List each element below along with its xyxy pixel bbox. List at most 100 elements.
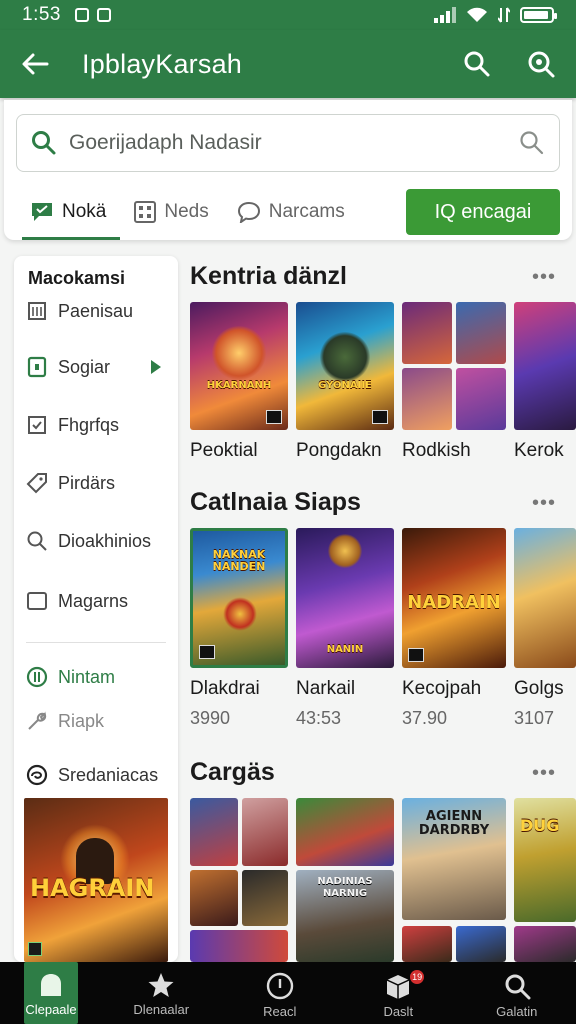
rating-badge-icon	[199, 645, 215, 659]
game-art	[242, 798, 288, 866]
search-icon	[26, 530, 48, 552]
drawer-item-label: Riapk	[58, 710, 105, 731]
game-card[interactable]: GYONAIIE	[296, 302, 394, 430]
game-art	[190, 798, 238, 866]
game-art-title: DUG	[520, 816, 560, 835]
game-art-title: NADRAIN	[407, 592, 501, 613]
drawer-divider	[26, 642, 166, 643]
swirl-icon	[26, 764, 48, 786]
tablet-icon	[26, 356, 48, 378]
comment-icon	[237, 201, 260, 223]
game-title: Dlakdrai	[190, 678, 260, 699]
game-card[interactable]	[402, 302, 506, 430]
nav-label: Clepaale	[25, 1002, 77, 1017]
data-icon	[498, 7, 510, 23]
drawer-item-label: Fhgrfqs	[58, 414, 120, 435]
game-art-title: NAKNAK NANDEN	[212, 548, 266, 573]
drawer-item-nintam[interactable]: Nintam	[26, 662, 176, 692]
section-title: Cargäs	[190, 758, 275, 786]
category-drawer: Macokamsi Paenisau Sogiar Fhgrfqs Pirdär…	[14, 256, 178, 962]
drawer-item-magarns[interactable]: Magarns	[26, 586, 176, 616]
game-price: 3990	[190, 708, 231, 728]
grid-icon	[134, 201, 157, 223]
game-art	[190, 870, 238, 926]
game-title: Peoktial	[190, 440, 258, 461]
search-icon	[32, 131, 56, 155]
status-bar: 1:53	[0, 0, 576, 30]
drawer-item-riapk[interactable]: Riapk	[26, 706, 176, 736]
search-input[interactable]: Goerijadaph Nadasir	[16, 114, 560, 172]
drawer-item-paenisau[interactable]: Paenisau	[26, 296, 176, 326]
game-card[interactable]: NADRAIN	[402, 528, 506, 668]
rating-badge-icon	[408, 648, 424, 662]
drawer-item-label: Nintam	[58, 666, 116, 687]
promo-banner[interactable]: HAGRAIN	[24, 798, 168, 962]
tab-label: Neds	[164, 201, 209, 222]
more-options-icon[interactable]: •••	[532, 492, 556, 515]
game-title: Pongdakn	[296, 440, 382, 461]
nav-discover[interactable]: Reacl	[221, 962, 340, 1024]
cta-button[interactable]: IQ encagai	[406, 189, 560, 235]
game-card[interactable]: NADINIAS NARNIG	[296, 798, 394, 962]
game-art-title: GYONAIIE	[318, 380, 372, 391]
tab-noka[interactable]: Nokä	[16, 184, 121, 240]
play-arrow-icon	[151, 360, 161, 374]
drawer-item-label: Sogiar	[58, 356, 111, 377]
game-price: 37.90	[402, 708, 448, 728]
search-icon[interactable]	[519, 130, 545, 156]
game-card[interactable]: HKARNANH	[190, 302, 288, 430]
game-art-detail	[320, 332, 370, 382]
nav-label: Dlenaalar	[133, 1002, 190, 1017]
game-card[interactable]: NANIN	[296, 528, 394, 668]
search-filter-icon[interactable]	[524, 47, 558, 81]
tab-neds[interactable]: Neds	[120, 184, 222, 240]
nav-library[interactable]: 19 Daslt	[339, 962, 458, 1024]
circle-badge-icon	[26, 666, 48, 688]
nav-label: Daslt	[383, 1004, 414, 1019]
more-options-icon[interactable]: •••	[532, 762, 556, 785]
search-icon[interactable]	[460, 47, 494, 81]
compass-icon	[266, 972, 293, 1000]
back-arrow-icon[interactable]	[18, 47, 52, 81]
game-title: Golgs	[514, 678, 564, 699]
drawer-item-sogiar[interactable]: Sogiar	[26, 352, 176, 382]
more-options-icon[interactable]: •••	[532, 266, 556, 289]
drawer-item-pirdars[interactable]: Pirdärs	[26, 468, 176, 498]
nav-search[interactable]: Galatin	[458, 962, 576, 1024]
game-card[interactable]	[514, 528, 576, 668]
game-price: 3107	[514, 708, 555, 728]
game-card[interactable]: NAKNAK NANDEN	[190, 528, 288, 668]
game-art-title: AGIENN DARDRBY	[418, 809, 490, 838]
promo-title: HAGRAIN	[30, 874, 155, 902]
game-title: Kecojpah	[402, 678, 482, 699]
drawer-item-label: Sredaniacas	[58, 764, 159, 785]
drawer-item-label: Magarns	[58, 590, 129, 611]
game-art-title: NADINIAS NARNIG	[317, 876, 373, 899]
wrench-icon	[26, 710, 48, 732]
game-card[interactable]	[190, 798, 288, 962]
notification-icon	[96, 8, 111, 22]
game-card[interactable]	[514, 302, 576, 430]
game-art	[456, 368, 506, 430]
game-art	[402, 302, 452, 364]
tab-bar: Nokä Neds Narcams IQ encagai	[16, 184, 560, 240]
game-art	[514, 302, 576, 430]
tab-narcams[interactable]: Narcams	[223, 184, 359, 240]
game-art-detail	[223, 597, 257, 631]
nav-favorites[interactable]: Dlenaalar	[102, 962, 221, 1024]
check-box-icon	[26, 414, 48, 436]
game-card[interactable]: AGIENN DARDRBY	[402, 798, 506, 962]
app-title: IpblayKarsah	[82, 48, 242, 79]
search-icon	[505, 974, 531, 1000]
drawer-item-fhgrfqs[interactable]: Fhgrfqs	[26, 410, 176, 440]
game-art-title: NANIN	[326, 644, 364, 655]
nav-home[interactable]: Clepaale	[24, 962, 78, 1024]
star-icon	[148, 973, 174, 997]
drawer-item-dioakhinios[interactable]: Dioakhinios	[26, 526, 176, 556]
game-art	[514, 528, 576, 668]
search-card: Goerijadaph Nadasir Nokä Neds Narcams IQ…	[4, 100, 572, 240]
rating-badge-icon	[372, 410, 388, 424]
game-card[interactable]: DUG	[514, 798, 576, 962]
drawer-item-sredaniacas[interactable]: Sredaniacas	[26, 760, 176, 790]
game-title: Narkail	[296, 678, 356, 699]
